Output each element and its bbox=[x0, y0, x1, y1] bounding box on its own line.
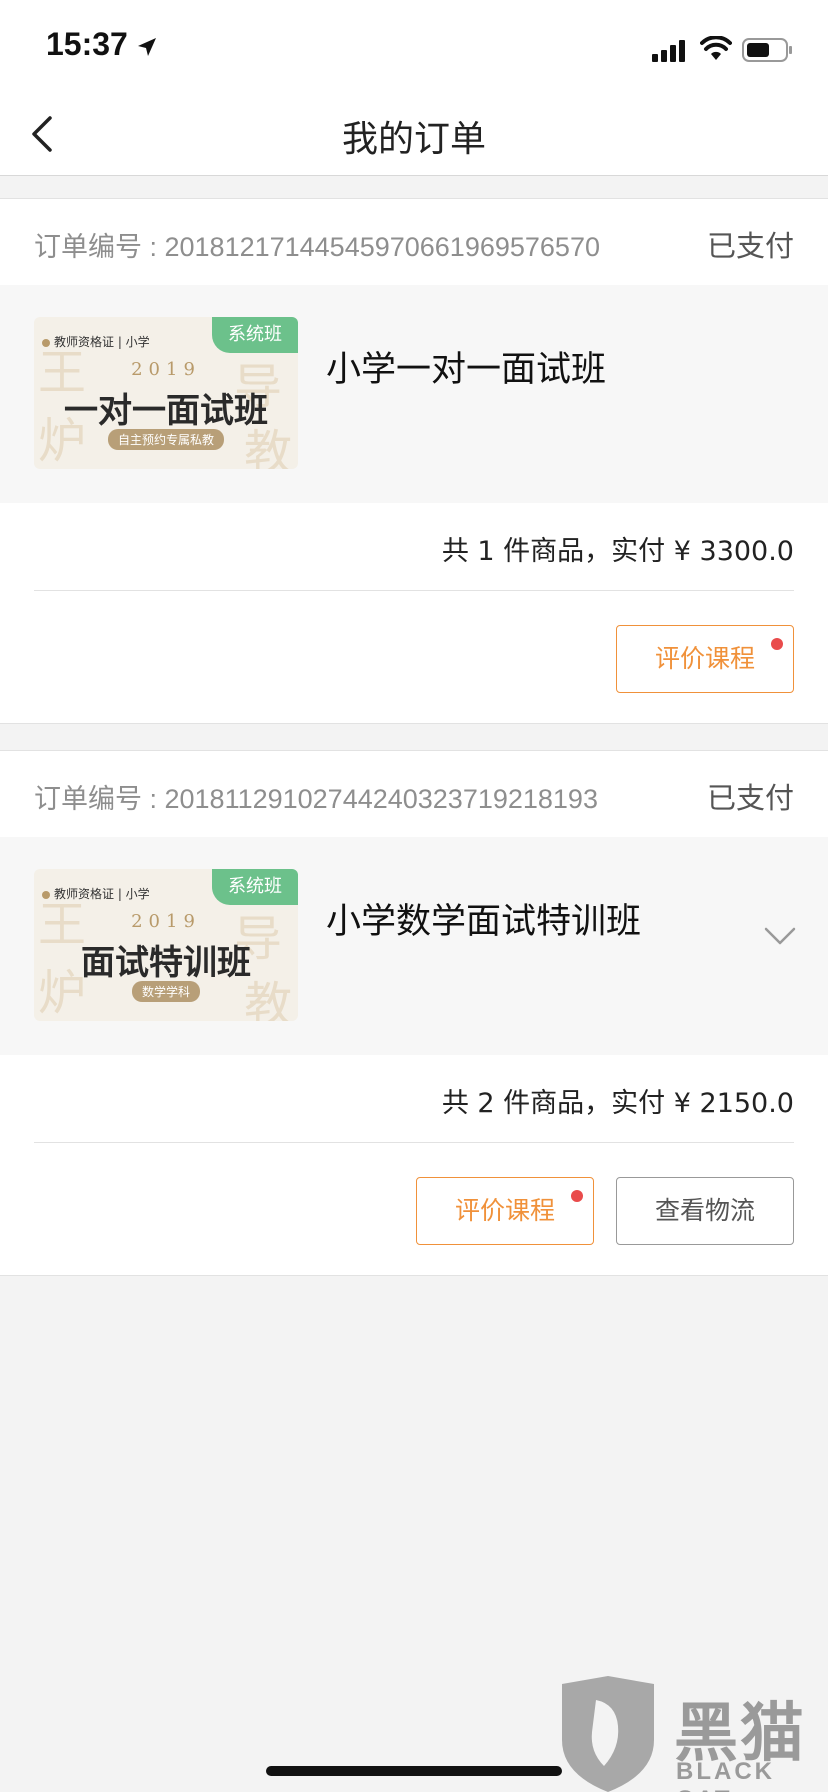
class-tag: 系统班 bbox=[212, 869, 298, 905]
order-card: 订单编号 : 20181217144545970661969576570 已支付… bbox=[0, 198, 828, 724]
signal-icon bbox=[652, 40, 685, 62]
thumb-title: 一对一面试班 bbox=[64, 391, 268, 431]
watermark: 黑猫 BLACK CAT bbox=[556, 1676, 828, 1792]
product-name: 小学一对一面试班 bbox=[326, 350, 607, 390]
product-row[interactable]: 王 炉 导 教 教师资格证 | 小学 系统班 2019 一对一面试班 自主预约专… bbox=[0, 285, 828, 503]
page-title: 我的订单 bbox=[341, 119, 486, 160]
review-course-button[interactable]: 评价课程 bbox=[416, 1177, 594, 1245]
order-header: 订单编号 : 20181129102744240323719218193 已支付 bbox=[0, 751, 828, 837]
thumb-year: 2019 bbox=[131, 359, 201, 380]
review-course-button[interactable]: 评价课程 bbox=[616, 625, 794, 693]
order-actions: 评价课程 bbox=[0, 591, 828, 723]
status-time: 15:37 bbox=[46, 26, 128, 62]
product-thumbnail: 王 炉 导 教 教师资格证 | 小学 系统班 2019 面试特训班 数学学科 bbox=[34, 869, 298, 1021]
product-thumbnail: 王 炉 导 教 教师资格证 | 小学 系统班 2019 一对一面试班 自主预约专… bbox=[34, 317, 298, 469]
notification-dot bbox=[571, 1190, 583, 1202]
thumb-year: 2019 bbox=[131, 911, 201, 932]
order-summary: 共 2 件商品，实付 ¥ 2150.0 bbox=[441, 1088, 794, 1119]
thumb-title: 面试特训班 bbox=[81, 943, 251, 983]
order-header: 订单编号 : 20181217144545970661969576570 已支付 bbox=[0, 199, 828, 285]
notification-dot bbox=[771, 638, 783, 650]
review-course-label: 评价课程 bbox=[654, 644, 755, 673]
thumb-brand: 教师资格证 | 小学 bbox=[54, 335, 150, 349]
thumb-subtitle: 自主预约专属私教 bbox=[107, 429, 225, 450]
order-actions: 评价课程 查看物流 bbox=[0, 1143, 828, 1275]
order-summary-row: 共 2 件商品，实付 ¥ 2150.0 bbox=[34, 1055, 794, 1143]
order-number: 订单编号 : 20181129102744240323719218193 bbox=[34, 784, 598, 814]
order-summary-row: 共 1 件商品，实付 ¥ 3300.0 bbox=[34, 503, 794, 591]
order-summary: 共 1 件商品，实付 ¥ 3300.0 bbox=[441, 536, 794, 567]
view-logistics-label: 查看物流 bbox=[654, 1196, 755, 1225]
order-card: 订单编号 : 20181129102744240323719218193 已支付… bbox=[0, 750, 828, 1276]
battery-icon bbox=[742, 38, 792, 62]
product-row[interactable]: 王 炉 导 教 教师资格证 | 小学 系统班 2019 面试特训班 数学学科 小… bbox=[0, 837, 828, 1055]
view-logistics-button[interactable]: 查看物流 bbox=[616, 1177, 794, 1245]
location-arrow-icon bbox=[138, 38, 156, 56]
wifi-icon bbox=[700, 36, 732, 60]
class-tag: 系统班 bbox=[212, 317, 298, 353]
status-bar: 15:37 bbox=[0, 0, 828, 92]
order-status: 已支付 bbox=[706, 229, 794, 263]
cat-shield-logo bbox=[562, 1676, 654, 1792]
thumb-brand: 教师资格证 | 小学 bbox=[54, 887, 150, 901]
nav-bar: 我的订单 bbox=[0, 92, 828, 176]
watermark-subtext: BLACK CAT bbox=[676, 1758, 775, 1792]
order-status: 已支付 bbox=[706, 781, 794, 815]
chevron-down-icon[interactable] bbox=[762, 925, 798, 947]
home-indicator[interactable] bbox=[266, 1766, 562, 1776]
review-course-label: 评价课程 bbox=[454, 1196, 555, 1225]
product-name: 小学数学面试特训班 bbox=[326, 902, 642, 942]
order-number: 订单编号 : 20181217144545970661969576570 bbox=[34, 232, 600, 262]
thumb-subtitle: 数学学科 bbox=[131, 981, 201, 1002]
